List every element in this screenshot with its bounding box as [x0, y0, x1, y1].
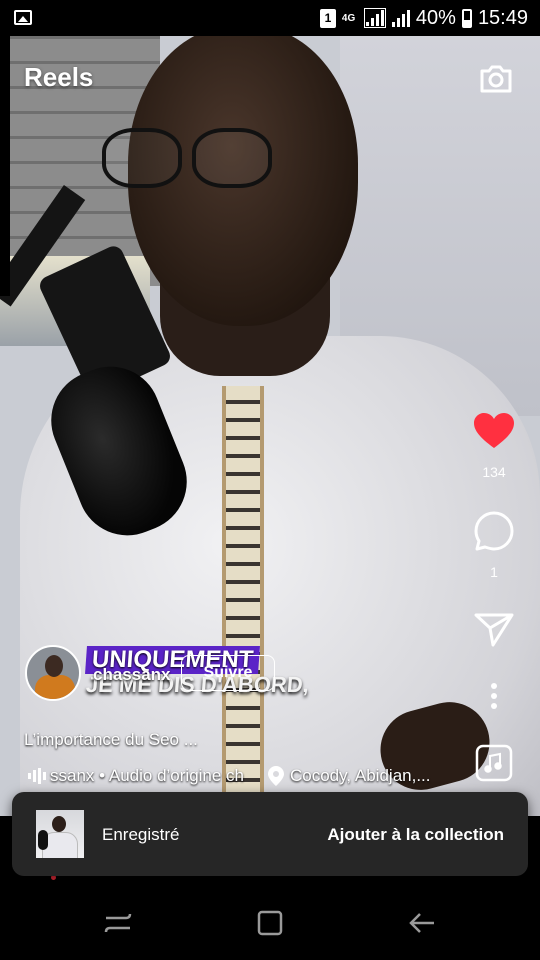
audio-waveform-icon — [28, 768, 46, 784]
sim-slot-badge: 1 — [319, 8, 336, 28]
battery-icon — [461, 8, 472, 28]
audio-info[interactable]: ssanx • Audio d’origine ch — [28, 764, 244, 788]
share-action — [470, 612, 518, 648]
comment-count: 1 — [490, 564, 498, 580]
recent-apps-icon[interactable] — [104, 910, 132, 936]
follow-button[interactable]: Suivre — [181, 655, 275, 691]
system-navigation-bar — [0, 886, 540, 960]
clock: 15:49 — [477, 6, 528, 29]
location-tag[interactable]: Cocody, Abidjan,... — [268, 764, 431, 788]
audio-action — [470, 744, 518, 782]
add-to-collection-button[interactable]: Ajouter à la collection — [327, 825, 504, 845]
saved-toast: Enregistré Ajouter à la collection — [12, 792, 528, 876]
more-vertical-icon[interactable] — [489, 682, 499, 710]
signal-strength-secondary-icon — [391, 9, 410, 27]
status-bar: 1 4G 40% 15:49 — [0, 0, 540, 36]
reel-video[interactable]: UNIQUEMENT JE ME DIS D'ABORD, — [0, 36, 540, 816]
comment-action: 1 — [470, 510, 518, 580]
gallery-notification-icon — [14, 10, 32, 25]
like-count: 134 — [482, 464, 506, 480]
send-icon[interactable] — [474, 612, 514, 648]
reel-caption[interactable]: L’importance du Seo ... — [24, 730, 198, 750]
comment-icon[interactable] — [473, 510, 515, 552]
back-icon[interactable] — [408, 910, 436, 936]
avatar[interactable] — [25, 645, 81, 701]
signal-strength-icon — [363, 8, 386, 28]
music-note-icon[interactable] — [475, 744, 513, 782]
page-title: Reels — [24, 62, 94, 92]
home-icon[interactable] — [256, 910, 284, 936]
more-action — [470, 682, 518, 710]
location-pin-icon — [268, 766, 284, 786]
location-label: Cocody, Abidjan,... — [290, 766, 431, 785]
video-left-edge — [0, 36, 10, 296]
heart-icon[interactable] — [473, 412, 515, 450]
status-bar-right: 1 4G 40% 15:49 — [319, 6, 528, 30]
battery-percent: 40% — [415, 6, 456, 29]
camera-icon[interactable] — [478, 60, 514, 96]
video-glasses — [92, 128, 342, 198]
toast-thumbnail — [36, 810, 84, 858]
network-type-label: 4G — [341, 12, 356, 24]
video-shirt-embroidery — [222, 386, 264, 816]
audio-label: ssanx • Audio d’origine ch — [50, 766, 245, 785]
like-action: 134 — [470, 412, 518, 480]
username[interactable]: chassanx — [93, 665, 171, 685]
toast-saved-label: Enregistré — [102, 825, 180, 844]
